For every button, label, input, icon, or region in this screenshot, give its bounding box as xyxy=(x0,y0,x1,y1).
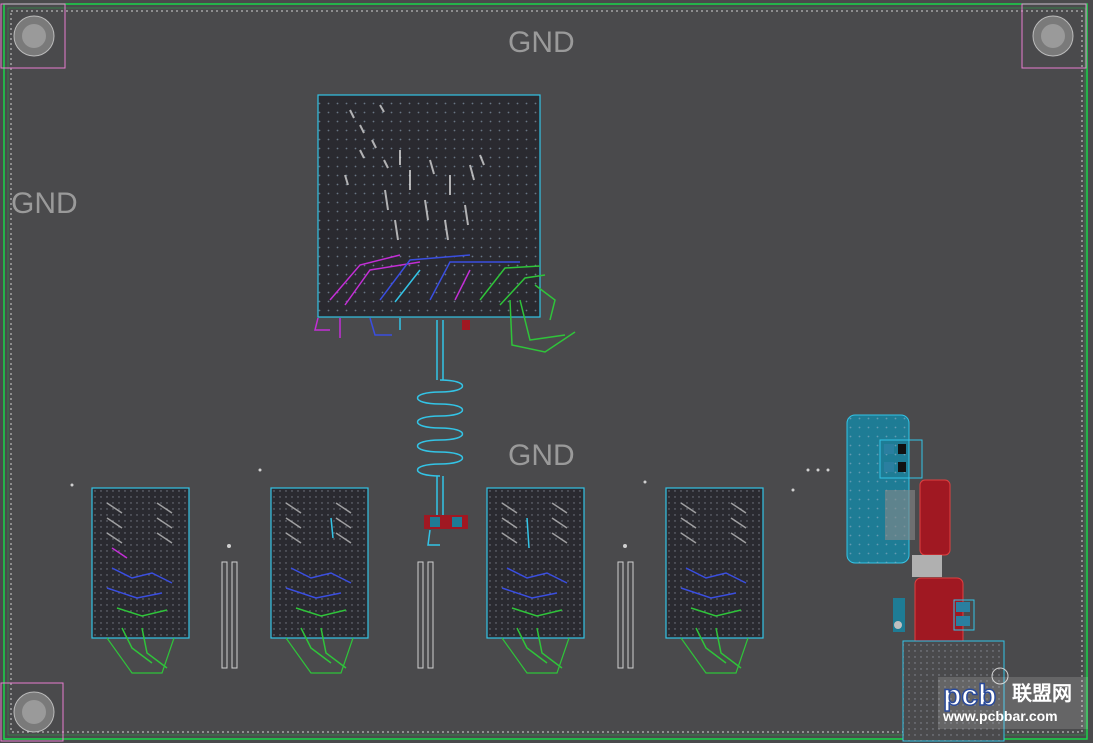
red-pad xyxy=(462,320,470,330)
watermark-url: www.pcbbar.com xyxy=(942,708,1058,724)
net-label-gnd-center: GND xyxy=(508,439,575,472)
pcb-layout-canvas[interactable]: GND GND GND pcb 联盟网 www.pcbbar.com xyxy=(0,0,1093,743)
net-label-gnd-top: GND xyxy=(508,26,575,59)
watermark-cn: 联盟网 xyxy=(1012,682,1072,705)
watermark-logo: pcb 联盟网 www.pcbbar.com xyxy=(938,677,1088,729)
net-label-gnd-left: GND xyxy=(11,187,78,220)
processor-bga[interactable] xyxy=(317,94,546,318)
